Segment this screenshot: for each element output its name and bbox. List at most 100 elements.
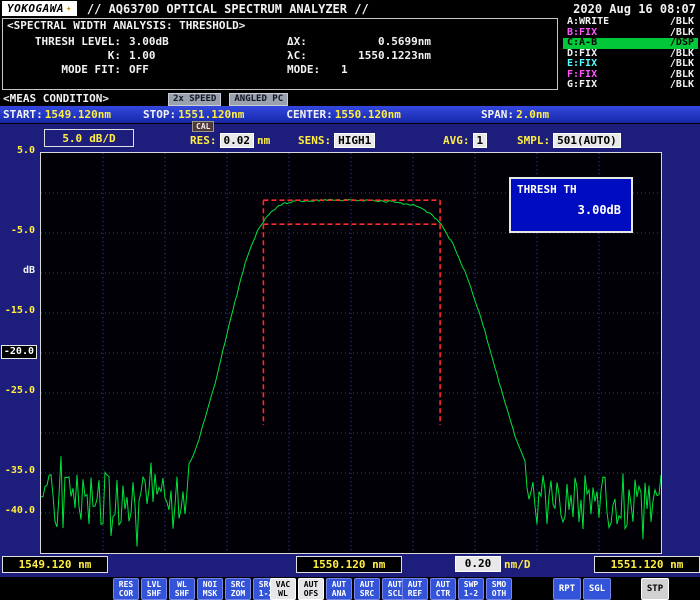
softkey-vac-wl[interactable]: VACWL (270, 578, 296, 600)
sensitivity-setting: SENS: HIGH1 (298, 133, 378, 148)
softkey-aut-ref[interactable]: AUTREF (402, 578, 428, 600)
trace-name: E:FIX (567, 59, 597, 70)
title-bar: YOKOGAWA ✦ // AQ6370D OPTICAL SPECTRUM A… (0, 0, 700, 17)
smpl-value: 501(AUTO) (553, 133, 621, 148)
softkey-label-top: RES (119, 580, 133, 589)
softkey-label-bottom: OTH (492, 589, 506, 598)
trace-row-g[interactable]: G:FIX/BLK (563, 80, 698, 91)
thresh-info-value: 3.00dB (511, 203, 621, 217)
center-value: 1550.120nm (335, 108, 401, 121)
y-axis-label--40.0: -40.0 (5, 505, 35, 517)
softkey-toolbar: RESCORLVLSHFWLSHFNOIMSKSRCZOMSRC1-2 VACW… (0, 577, 700, 600)
softkey-label-top: AUT (408, 580, 422, 589)
delta-x-row: ΔX:0.5699nm (287, 35, 431, 49)
softkey-aut-ofs[interactable]: AUTOFS (298, 578, 324, 600)
softkey-label-bottom: REF (408, 589, 422, 598)
trace-name: C:A-B (567, 38, 597, 49)
softkey-group-3: AUTREFAUTCTRSWP1-2SMOOTH (402, 578, 512, 600)
avg-label: AVG: (443, 134, 470, 147)
softkey-noi-msk[interactable]: NOIMSK (197, 578, 223, 600)
softkey-src-zom[interactable]: SRCZOM (225, 578, 251, 600)
span-setting: SPAN:2.0nm (481, 108, 549, 121)
softkey-aut-src[interactable]: AUTSRC (354, 578, 380, 600)
y-axis-label--20.0: -20.0 (1, 345, 37, 359)
x-axis-start-box: 1549.120 nm (2, 556, 108, 573)
softkey-sgl[interactable]: SGL (583, 578, 611, 600)
start-value: 1549.120nm (45, 108, 111, 121)
trace-row-a[interactable]: A:WRITE/BLK (563, 17, 698, 28)
trace-row-c[interactable]: C:A-B/DSP (563, 38, 698, 49)
softkey-label-top: AUT (360, 580, 374, 589)
delta-x-value: 0.5699nm (331, 35, 431, 49)
per-div-value: 0.20 (455, 556, 501, 572)
meas-badges: 2x SPEEDANGLED PC (168, 93, 288, 106)
scale-unit: dB/D (89, 132, 116, 145)
mode-fit-label: MODE FIT: (9, 63, 121, 77)
y-axis-label--35.0: -35.0 (5, 465, 35, 477)
softkey-label-top: VAC (276, 580, 290, 589)
softkey-res-cor[interactable]: RESCOR (113, 578, 139, 600)
softkey-label-top: SWP (464, 580, 478, 589)
softkey-label-bottom: SRC (360, 589, 374, 598)
softkey-swp-1-2[interactable]: SWP1-2 (458, 578, 484, 600)
meas-condition-title: <MEAS CONDITION> (3, 92, 109, 105)
start-wavelength: START:1549.120nm (3, 108, 111, 121)
res-unit: nm (257, 134, 270, 147)
softkey-label-bottom: WL (278, 589, 288, 598)
softkey-label-bottom: ZOM (231, 589, 245, 598)
osa-screen: YOKOGAWA ✦ // AQ6370D OPTICAL SPECTRUM A… (0, 0, 700, 600)
softkey-lvl-shf[interactable]: LVLSHF (141, 578, 167, 600)
center-wavelength: CENTER:1550.120nm (286, 108, 401, 121)
x-axis-center-box: 1550.120 nm (296, 556, 402, 573)
analysis-left-column: THRESH LEVEL:3.00dB K:1.00 MODE FIT:OFF (9, 35, 169, 77)
softkey-rpt[interactable]: RPT (553, 578, 581, 600)
level-scale-box: 5.0 dB/D (44, 129, 134, 147)
trace-display-status: /BLK (670, 17, 694, 28)
spectral-width-analysis-panel: <SPECTRAL WIDTH ANALYSIS: THRESHOLD> THR… (2, 18, 558, 90)
softkey-group-4: RPTSGL (553, 578, 611, 600)
delta-x-label: ΔX: (287, 35, 331, 49)
sampling-setting: SMPL: 501(AUTO) (517, 133, 624, 148)
sens-label: SENS: (298, 134, 331, 147)
span-label: SPAN: (481, 108, 514, 121)
softkey-wl-shf[interactable]: WLSHF (169, 578, 195, 600)
softkey-label-top: SRC (231, 580, 245, 589)
trace-name: A:WRITE (567, 17, 609, 28)
softkey-aut-ctr[interactable]: AUTCTR (430, 578, 456, 600)
logo-text: YOKOGAWA (7, 2, 64, 15)
span-value: 2.0nm (516, 108, 549, 121)
thresh-info-title: THRESH TH (517, 183, 631, 196)
x-axis-per-div: 0.20 nm/D (452, 556, 531, 572)
mode-row: MODE:1 (287, 63, 431, 77)
softkey-label-bottom: COR (119, 589, 133, 598)
per-div-unit: nm/D (504, 558, 531, 571)
softkey-aut-ana[interactable]: AUTANA (326, 578, 352, 600)
stop-wavelength: STOP:1551.120nm (143, 108, 244, 121)
softkey-label-bottom: OFS (304, 589, 318, 598)
center-label: CENTER: (286, 108, 332, 121)
meas-condition-strip: START:1549.120nm STOP:1551.120nm CENTER:… (0, 106, 700, 123)
trace-row-e[interactable]: E:FIX/BLK (563, 59, 698, 70)
thresh-level-row: THRESH LEVEL:3.00dB (9, 35, 169, 49)
softkey-group-5: STP (641, 578, 669, 600)
meas-badge-angled-pc: ANGLED PC (229, 93, 288, 106)
softkey-label-bottom: SCL (388, 589, 402, 598)
softkey-smo-oth[interactable]: SMOOTH (486, 578, 512, 600)
softkey-label-bottom: MSK (203, 589, 217, 598)
k-row: K:1.00 (9, 49, 169, 63)
softkey-group-1: RESCORLVLSHFWLSHFNOIMSKSRCZOMSRC1-2 (113, 578, 279, 600)
trace-status-panel: A:WRITE/BLKB:FIX/BLKC:A-B/DSPD:FIX/BLKE:… (563, 17, 698, 91)
start-label: START: (3, 108, 43, 121)
softkey-label-top: AUT (304, 580, 318, 589)
softkey-stp[interactable]: STP (641, 578, 669, 600)
softkey-label-bottom: ANA (332, 589, 346, 598)
softkey-label-top: WL (177, 580, 187, 589)
trace-name: G:FIX (567, 80, 597, 91)
spectrum-trace (41, 199, 661, 546)
softkey-label-top: AUT (332, 580, 346, 589)
scale-value: 5.0 (62, 132, 82, 145)
mode-value: 1 (341, 63, 348, 77)
lambda-c-label: λC: (287, 49, 331, 63)
k-value: 1.00 (129, 49, 156, 62)
logo-star-icon: ✦ (66, 4, 72, 14)
